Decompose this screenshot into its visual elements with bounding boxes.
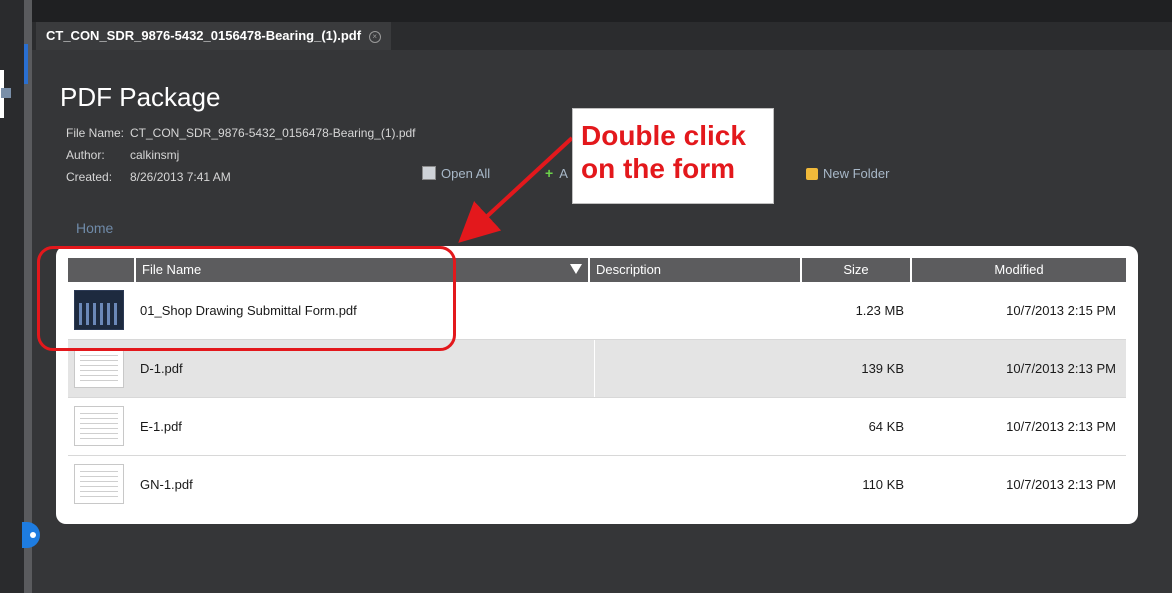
annotation-callout: Double click on the form [572,108,774,204]
annotation-line-2: on the form [581,153,735,184]
annotation-arrow-icon [458,136,574,243]
annotation-text: Double click on the form [581,119,771,185]
annotation-line-1: Double click [581,120,746,151]
app-window: CT_CON_SDR_9876-5432_0156478-Bearing_(1)… [0,0,1172,593]
